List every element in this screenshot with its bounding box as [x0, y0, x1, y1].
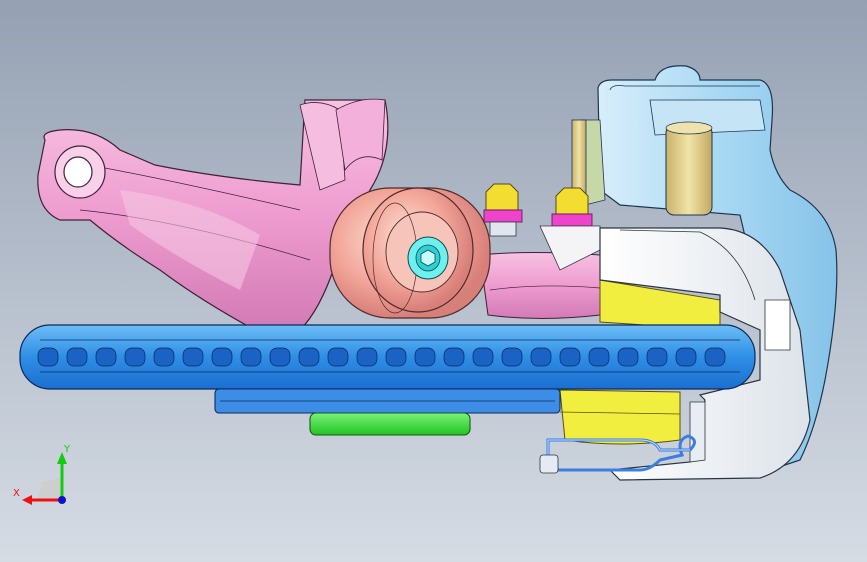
disc-vent [472, 347, 494, 367]
disc-vent [414, 347, 436, 367]
x-axis-arrowhead [22, 495, 32, 505]
disc-vent [37, 347, 59, 367]
disc-vent [646, 347, 668, 367]
disc-vent [501, 347, 523, 367]
cad-viewport[interactable]: Y X [0, 0, 867, 562]
coordinate-triad: Y X [13, 444, 71, 505]
disc-vent [182, 347, 204, 367]
disc-vent [66, 347, 88, 367]
disc-vent [240, 347, 262, 367]
disc-vent [588, 347, 610, 367]
disc-vent [559, 347, 581, 367]
disc-vent [153, 347, 175, 367]
disc-vent [95, 347, 117, 367]
x-axis-label: X [13, 488, 20, 499]
wheel-hub-flange[interactable] [214, 388, 561, 414]
hub-cap[interactable] [309, 412, 471, 436]
brake-assembly-model[interactable] [0, 0, 867, 562]
disc-vent [617, 347, 639, 367]
disc-vent [443, 347, 465, 367]
disc-vent [530, 347, 552, 367]
disc-vent [269, 347, 291, 367]
y-axis-label: Y [63, 444, 71, 455]
disc-vent [356, 347, 378, 367]
disc-vent [298, 347, 320, 367]
disc-vent [211, 347, 233, 367]
disc-vent [327, 347, 349, 367]
disc-vent [675, 347, 697, 367]
hub-bolt[interactable] [407, 236, 449, 280]
disc-vent [704, 347, 726, 367]
brake-disc[interactable] [19, 324, 756, 390]
z-axis-marker [58, 496, 66, 504]
disc-vent [124, 347, 146, 367]
disc-vent [385, 347, 407, 367]
